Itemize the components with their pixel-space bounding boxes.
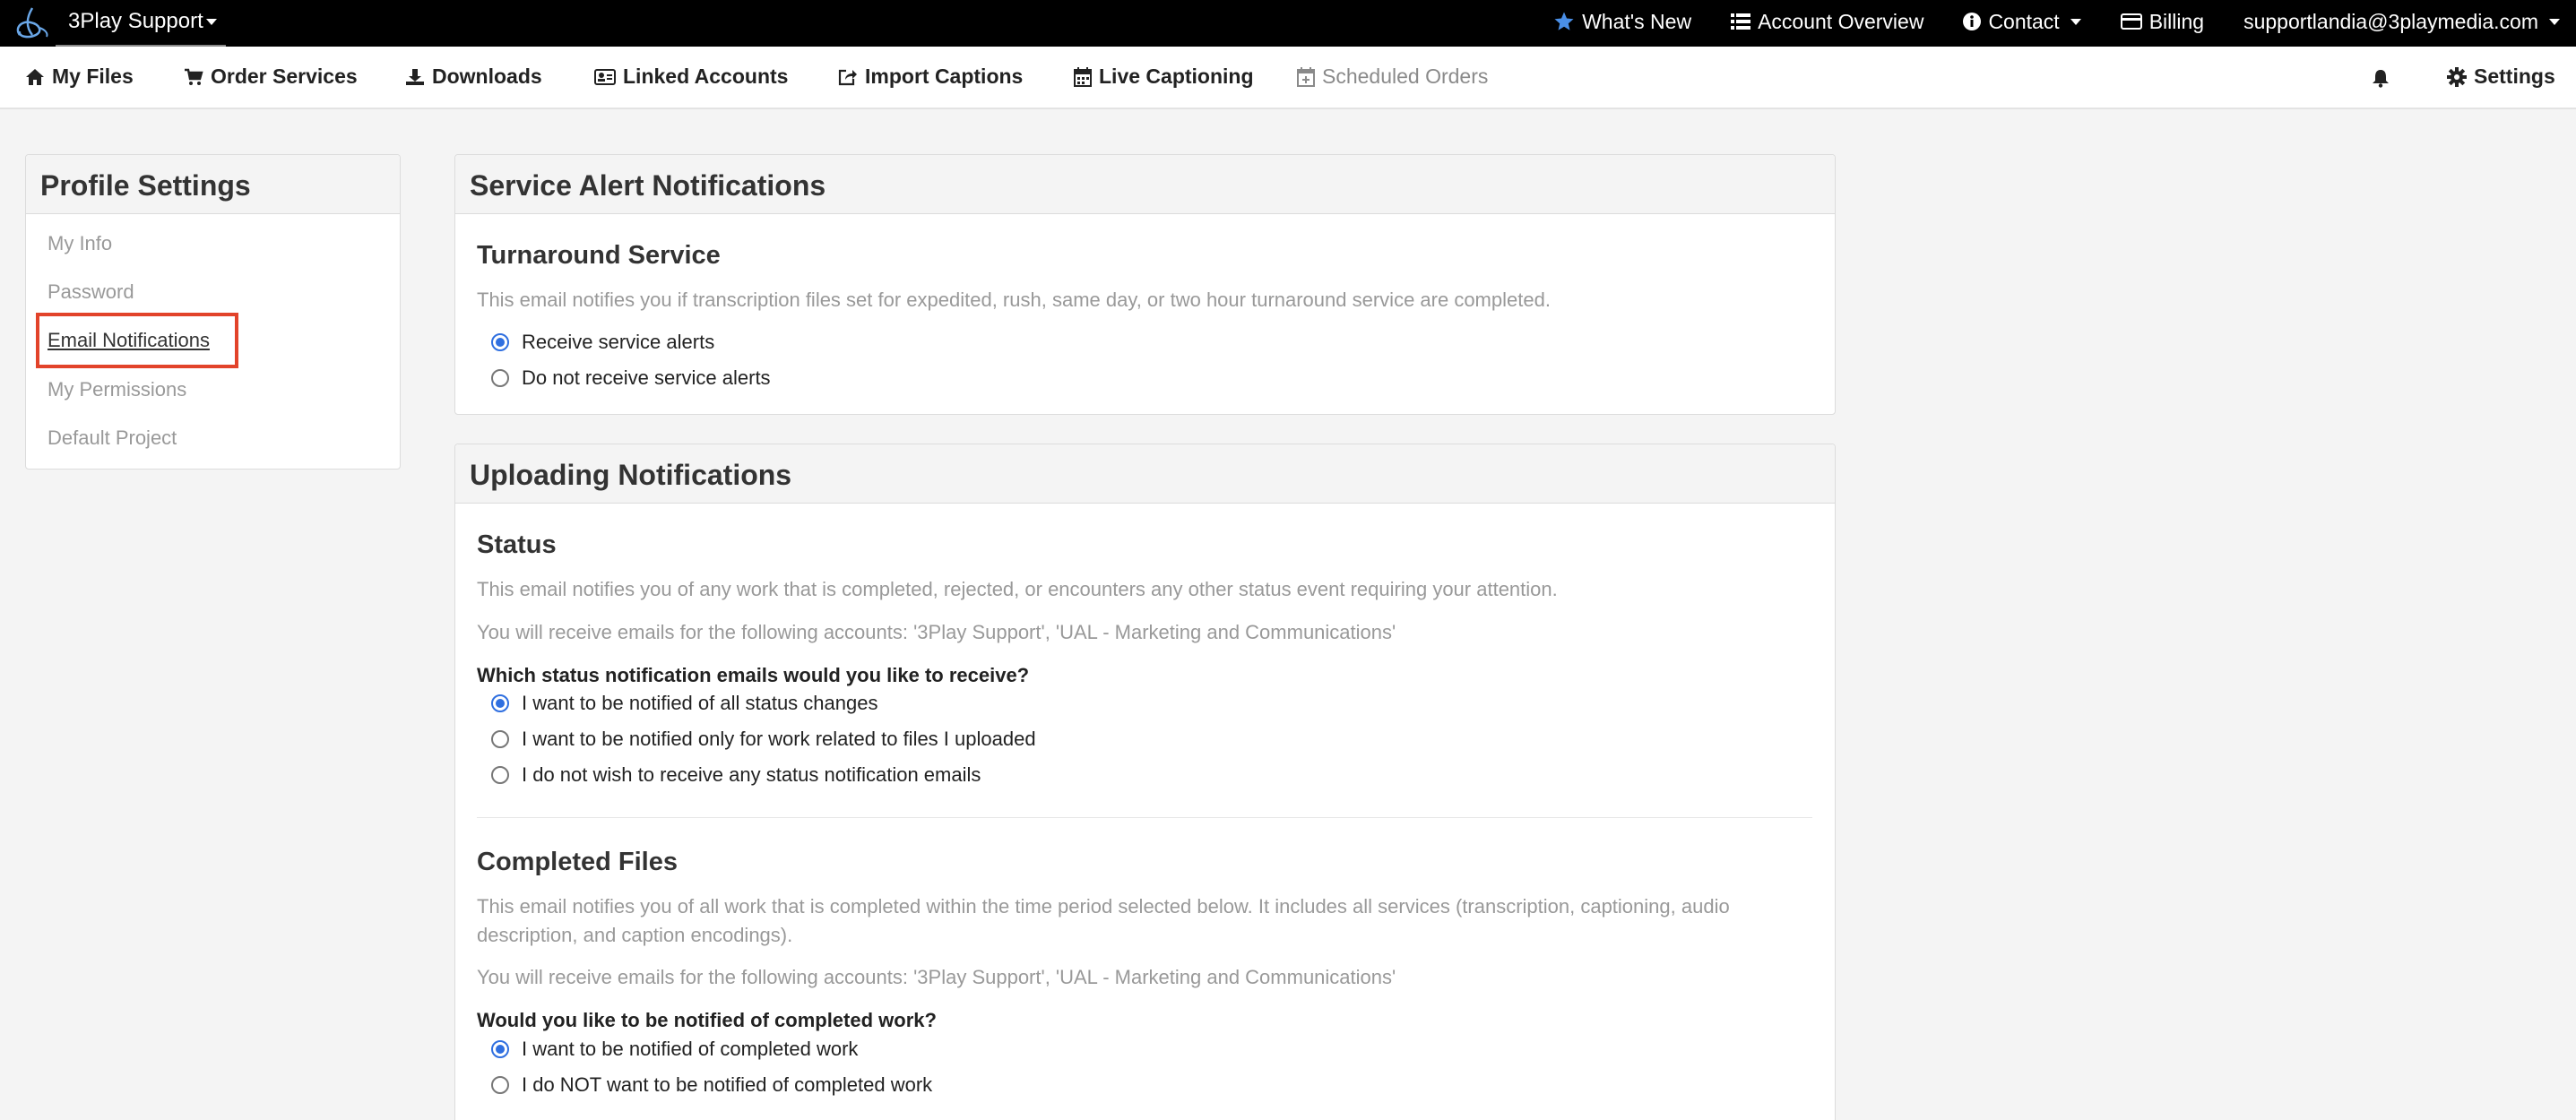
chevron-down-icon	[2549, 18, 2560, 25]
list-icon	[1731, 13, 1751, 30]
section-divider	[477, 817, 1812, 818]
radio-button[interactable]	[491, 369, 509, 387]
completed-files-description-line1: This email notifies you of all work that…	[477, 895, 1730, 918]
nav-import-captions-label: Import Captions	[865, 65, 1024, 88]
completed-files-description-line2: description, and caption encodings).	[477, 924, 793, 946]
credit-card-icon	[2120, 13, 2142, 30]
nav-settings-label: Settings	[2474, 65, 2555, 88]
billing-link[interactable]: Billing	[2120, 9, 2205, 34]
radio-button[interactable]	[491, 1076, 509, 1094]
sidebar-title: Profile Settings	[26, 155, 400, 214]
top-bar: 3Play Support What's New Account Overvie…	[0, 0, 2576, 47]
radio-button-checked[interactable]	[491, 1040, 509, 1058]
radio-no-status-emails[interactable]: I do not wish to receive any status noti…	[491, 763, 981, 787]
radio-label: I want to be notified of all status chan…	[522, 692, 878, 714]
radio-receive-service-alerts[interactable]: Receive service alerts	[491, 331, 714, 354]
3play-logo-icon[interactable]	[13, 4, 52, 40]
nav-linked-accounts[interactable]: Linked Accounts	[594, 65, 788, 89]
account-switcher-label: 3Play Support	[68, 9, 203, 33]
whats-new-link[interactable]: What's New	[1553, 10, 1691, 34]
radio-button[interactable]	[491, 730, 509, 748]
status-question: Which status notification emails would y…	[477, 664, 1030, 686]
status-heading: Status	[477, 530, 557, 559]
radio-label: I want to be notified of completed work	[522, 1038, 859, 1060]
sidebar-item-my-permissions[interactable]: My Permissions	[48, 378, 186, 401]
nav-my-files-label: My Files	[52, 65, 134, 88]
nav-linked-accounts-label: Linked Accounts	[623, 65, 789, 88]
radio-all-status-changes[interactable]: I want to be notified of all status chan…	[491, 692, 877, 715]
uploading-notifications-title: Uploading Notifications	[455, 444, 1835, 504]
nav-scheduled-orders[interactable]: Scheduled Orders	[1297, 65, 1488, 89]
sidebar-item-my-info[interactable]: My Info	[48, 232, 112, 255]
share-square-icon	[838, 69, 857, 85]
radio-button-checked[interactable]	[491, 694, 509, 712]
sidebar-item-password[interactable]: Password	[48, 280, 134, 304]
uploading-notifications-card: Uploading Notifications Status This emai…	[454, 444, 1836, 1120]
chevron-down-icon	[2070, 18, 2081, 25]
nav-import-captions[interactable]: Import Captions	[838, 65, 1023, 89]
radio-label: Do not receive service alerts	[522, 366, 771, 389]
notifications-bell[interactable]	[2371, 68, 2390, 88]
download-icon	[406, 68, 424, 85]
turnaround-service-heading: Turnaround Service	[477, 241, 721, 270]
star-icon	[1554, 12, 1574, 30]
radio-notify-completed[interactable]: I want to be notified of completed work	[491, 1038, 858, 1061]
radio-label: I do NOT want to be notified of complete…	[522, 1073, 933, 1096]
radio-label: I want to be notified only for work rela…	[522, 728, 1036, 750]
billing-label: Billing	[2148, 9, 2205, 33]
radio-do-not-notify-completed[interactable]: I do NOT want to be notified of complete…	[491, 1073, 932, 1097]
nav-downloads[interactable]: Downloads	[405, 65, 542, 89]
contact-label: Contact	[1988, 9, 2060, 33]
nav-scheduled-orders-label: Scheduled Orders	[1322, 65, 1489, 88]
home-icon	[26, 68, 44, 85]
id-card-icon	[594, 68, 616, 85]
radio-label: Receive service alerts	[522, 331, 715, 353]
account-overview-link[interactable]: Account Overview	[1731, 10, 1923, 34]
highlight-box	[36, 313, 238, 368]
shopping-cart-icon	[185, 68, 203, 85]
user-menu-dropdown[interactable]: supportlandia@3playmedia.com	[2243, 10, 2560, 34]
radio-no-service-alerts[interactable]: Do not receive service alerts	[491, 366, 771, 390]
info-circle-icon	[1963, 13, 1982, 30]
radio-button-checked[interactable]	[491, 333, 509, 351]
radio-button[interactable]	[491, 766, 509, 784]
turnaround-service-description: This email notifies you if transcription…	[477, 289, 1551, 311]
profile-settings-sidebar: Profile Settings My Info Password Email …	[25, 154, 401, 470]
completed-accounts-text: You will receive emails for the followin…	[477, 966, 1396, 988]
service-alert-title: Service Alert Notifications	[455, 155, 1835, 214]
account-switcher[interactable]: 3Play Support	[68, 9, 217, 34]
sidebar-item-default-project[interactable]: Default Project	[48, 426, 177, 450]
radio-label: I do not wish to receive any status noti…	[522, 763, 981, 786]
contact-dropdown[interactable]: Contact	[1963, 9, 2081, 34]
status-accounts-text: You will receive emails for the followin…	[477, 621, 1396, 643]
whats-new-label: What's New	[1582, 9, 1692, 33]
gear-icon	[2447, 66, 2467, 87]
calendar-plus-icon	[1297, 66, 1315, 87]
account-overview-label: Account Overview	[1758, 9, 1924, 33]
nav-settings[interactable]: Settings	[2447, 65, 2555, 89]
bell-icon	[2373, 70, 2389, 88]
user-email: supportlandia@3playmedia.com	[2243, 9, 2538, 33]
calendar-icon	[1074, 66, 1092, 87]
nav-downloads-label: Downloads	[432, 65, 542, 88]
radio-only-my-uploads[interactable]: I want to be notified only for work rela…	[491, 728, 1036, 751]
completed-files-heading: Completed Files	[477, 848, 678, 876]
nav-live-captioning-label: Live Captioning	[1099, 65, 1254, 88]
nav-live-captioning[interactable]: Live Captioning	[1074, 65, 1254, 89]
service-alert-card: Service Alert Notifications Turnaround S…	[454, 154, 1836, 415]
nav-my-files[interactable]: My Files	[25, 65, 134, 89]
main-nav: My Files Order Services Downloads Linked…	[0, 47, 2576, 109]
nav-order-services-label: Order Services	[211, 65, 358, 88]
nav-order-services[interactable]: Order Services	[184, 65, 358, 89]
status-description: This email notifies you of any work that…	[477, 578, 1558, 600]
top-nav-right: What's New Account Overview Contact Bill…	[1553, 0, 2560, 43]
completed-question: Would you like to be notified of complet…	[477, 1009, 937, 1031]
chevron-down-icon	[205, 19, 217, 26]
